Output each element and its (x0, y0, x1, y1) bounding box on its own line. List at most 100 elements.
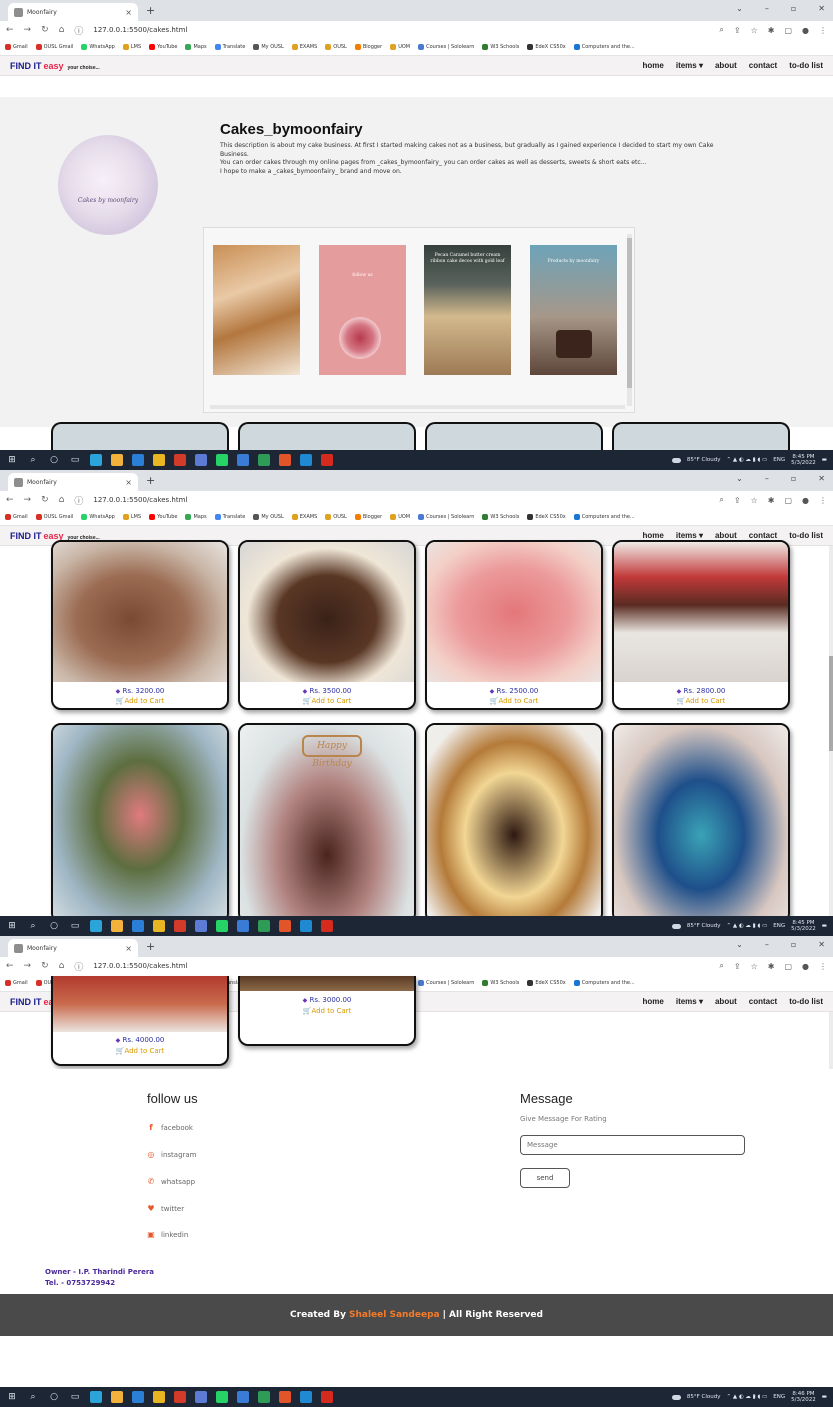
info-icon[interactable]: ⓘ (74, 494, 83, 507)
browser-tab[interactable]: Moonfairy × (8, 473, 138, 491)
social-link-facebook[interactable]: f facebook (147, 1123, 193, 1132)
info-icon[interactable]: ⓘ (74, 24, 83, 37)
bookmark-item[interactable]: WhatsApp (81, 514, 115, 520)
task-view-icon[interactable]: ▭ (69, 921, 81, 931)
star-icon[interactable]: ☆ (751, 496, 758, 505)
profile-icon[interactable]: ● (802, 26, 809, 35)
zoom-icon[interactable]: ⌕ (719, 25, 723, 35)
bookmark-item[interactable]: My OUSL (253, 514, 284, 520)
nav-link-5[interactable]: to-do list (789, 997, 823, 1006)
star-icon[interactable]: ☆ (751, 26, 758, 35)
search-icon[interactable]: ⌕ (27, 921, 39, 931)
profile-icon[interactable]: ● (802, 496, 809, 505)
maximize-icon[interactable]: ▫ (791, 474, 796, 483)
office-icon[interactable] (174, 1391, 186, 1403)
product-card[interactable]: ◆ Rs. 4000.00 🛒Add to Cart (51, 976, 229, 1066)
cortana-icon[interactable]: ○ (48, 921, 60, 931)
bookmark-item[interactable]: Maps (185, 44, 207, 50)
mail-icon[interactable] (132, 454, 144, 466)
mail-icon[interactable] (132, 1391, 144, 1403)
excel-icon[interactable] (258, 1391, 270, 1403)
bookmark-item[interactable]: Blogger (354, 514, 382, 520)
bookmark-item[interactable]: EXAMS (291, 514, 317, 520)
brand-logo[interactable]: FIND IT easy your choise... (10, 531, 100, 541)
product-card-top[interactable] (425, 422, 603, 452)
file-explorer-icon[interactable] (111, 454, 123, 466)
edge-icon[interactable] (90, 920, 102, 932)
notifications-icon[interactable]: ▬ (822, 1394, 827, 1400)
info-icon[interactable]: ⓘ (74, 960, 83, 973)
add-to-cart-button[interactable]: 🛒Add to Cart (614, 697, 788, 705)
bookmark-item[interactable]: OUSL (325, 44, 347, 50)
url-field[interactable]: 127.0.0.1:5500/cakes.html (93, 496, 187, 504)
forward-icon[interactable]: → (24, 25, 32, 35)
vscode-icon[interactable] (300, 920, 312, 932)
bookmark-item[interactable]: Gmail (5, 514, 28, 520)
whatsapp-icon[interactable] (216, 454, 228, 466)
profile-icon[interactable]: ● (802, 962, 809, 971)
clock[interactable]: 8:46 PM 5/3/2022 (791, 1391, 816, 1403)
product-card[interactable] (425, 723, 603, 923)
bookmark-item[interactable]: LMS (122, 44, 141, 50)
bookmark-item[interactable]: WhatsApp (81, 44, 115, 50)
social-link-instagram[interactable]: ◎ instagram (147, 1150, 197, 1159)
bookmark-item[interactable]: W3 Schools (482, 44, 519, 50)
nav-link-1[interactable]: home (643, 531, 664, 540)
bookmark-item[interactable]: UOM (390, 514, 410, 520)
nav-link-2[interactable]: items ▾ (676, 61, 703, 70)
chevron-down-icon[interactable]: ⌄ (736, 4, 743, 13)
mail-icon[interactable] (132, 920, 144, 932)
extensions-icon[interactable]: ✱ (768, 962, 775, 971)
zoom-icon[interactable]: ⌕ (719, 495, 723, 505)
cortana-icon[interactable]: ○ (48, 455, 60, 465)
nav-link-5[interactable]: to-do list (789, 531, 823, 540)
language-indicator[interactable]: ENG (773, 1394, 785, 1400)
share-icon[interactable]: ⇪ (734, 26, 741, 35)
tab-close-icon[interactable]: × (125, 944, 132, 953)
bookmark-item[interactable]: YouTube (149, 514, 177, 520)
brand-logo[interactable]: FIND IT easy your choise... (10, 61, 100, 71)
reload-icon[interactable]: ↻ (41, 495, 49, 505)
file-explorer-icon[interactable] (111, 1391, 123, 1403)
bookmark-item[interactable]: Maps (185, 514, 207, 520)
close-icon[interactable]: ✕ (818, 940, 825, 949)
product-card[interactable]: ◆ Rs. 3500.00 🛒Add to Cart (238, 540, 416, 710)
image-gallery[interactable]: follow us Pecan Caramel butter cream rib… (203, 227, 635, 413)
bookmark-item[interactable]: Gmail (5, 44, 28, 50)
nav-link-5[interactable]: to-do list (789, 61, 823, 70)
edge-icon[interactable] (90, 454, 102, 466)
minimize-icon[interactable]: – (765, 4, 769, 13)
browser-tab[interactable]: Moonfairy × (8, 939, 138, 957)
back-icon[interactable]: ← (6, 961, 14, 971)
maximize-icon[interactable]: ▫ (791, 940, 796, 949)
tab-close-icon[interactable]: × (125, 8, 132, 17)
app-icon[interactable] (195, 1391, 207, 1403)
nav-link-4[interactable]: contact (749, 61, 777, 70)
social-link-linkedin[interactable]: ▣ linkedin (147, 1230, 188, 1239)
reload-icon[interactable]: ↻ (41, 25, 49, 35)
chevron-down-icon[interactable]: ⌄ (736, 940, 743, 949)
minimize-icon[interactable]: – (765, 940, 769, 949)
url-field[interactable]: 127.0.0.1:5500/cakes.html (93, 962, 187, 970)
acrobat-icon[interactable] (321, 1391, 333, 1403)
sidepanel-icon[interactable]: ▢ (784, 962, 792, 971)
nav-link-2[interactable]: items ▾ (676, 531, 703, 540)
message-input[interactable] (520, 1135, 745, 1155)
app-icon[interactable] (279, 920, 291, 932)
tray-icons[interactable]: ⌃ ▲ ◐ ☁ ▮ ◖ ▭ (726, 1394, 767, 1400)
star-icon[interactable]: ☆ (751, 962, 758, 971)
tray-icons[interactable]: ⌃ ▲ ◐ ☁ ▮ ◖ ▭ (726, 457, 767, 463)
bookmark-item[interactable]: EXAMS (291, 44, 317, 50)
bookmark-item[interactable]: YouTube (149, 44, 177, 50)
windows-start-icon[interactable]: ⊞ (6, 921, 18, 931)
acrobat-icon[interactable] (321, 920, 333, 932)
page-scrollbar[interactable] (829, 546, 833, 916)
add-to-cart-button[interactable]: 🛒Add to Cart (53, 1047, 227, 1055)
nav-link-1[interactable]: home (643, 997, 664, 1006)
windows-start-icon[interactable]: ⊞ (6, 1392, 18, 1402)
close-icon[interactable]: ✕ (818, 474, 825, 483)
new-tab-icon[interactable]: + (146, 4, 155, 17)
whatsapp-icon[interactable] (216, 920, 228, 932)
product-card[interactable]: ◆ Rs. 3200.00 🛒Add to Cart (51, 540, 229, 710)
edge-icon[interactable] (90, 1391, 102, 1403)
